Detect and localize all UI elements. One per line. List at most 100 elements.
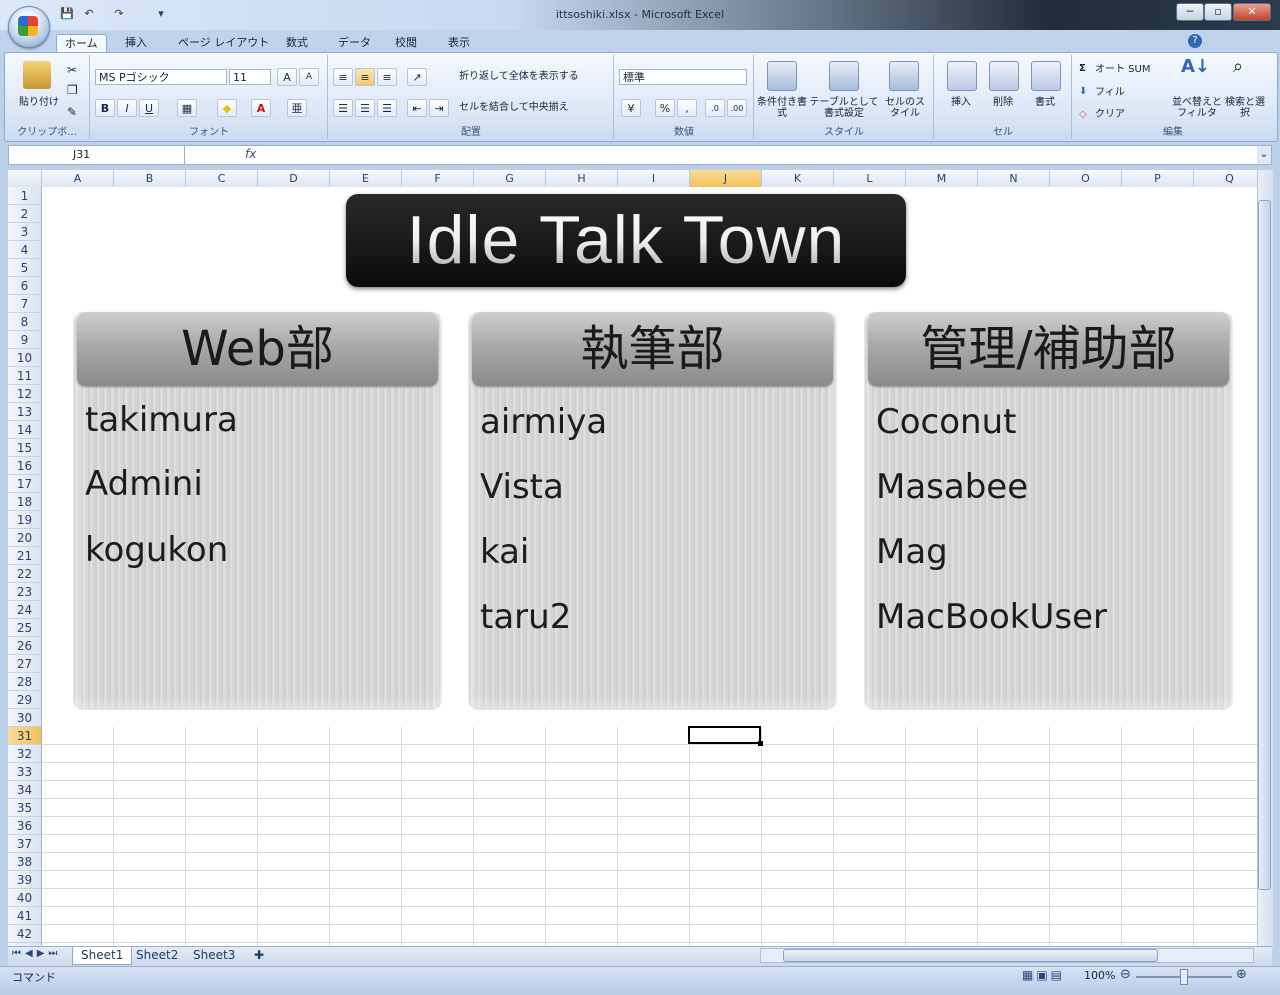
column-header[interactable]: P xyxy=(1122,170,1194,187)
vertical-scroll-thumb[interactable] xyxy=(1258,200,1271,890)
row-header[interactable]: 33 xyxy=(8,763,41,781)
align-top-icon[interactable]: ≡ xyxy=(333,68,353,86)
panel-web[interactable]: Web部 takimura Admini kogukon xyxy=(73,312,442,710)
sheet-tab-3[interactable]: Sheet3 xyxy=(185,947,243,964)
column-header[interactable]: A xyxy=(42,170,114,187)
row-header[interactable]: 35 xyxy=(8,799,41,817)
panel-writing[interactable]: 執筆部 airmiya Vista kai taru2 xyxy=(468,312,837,710)
row-header[interactable]: 18 xyxy=(8,493,41,511)
row-header[interactable]: 20 xyxy=(8,529,41,547)
fx-icon[interactable]: fx xyxy=(245,147,256,161)
title-banner[interactable]: Idle Talk Town xyxy=(346,194,906,287)
copy-icon[interactable]: ❐ xyxy=(67,84,78,96)
column-header[interactable]: I xyxy=(618,170,690,187)
panel-admin[interactable]: 管理/補助部 Coconut Masabee Mag MacBookUser xyxy=(864,312,1233,710)
help-icon[interactable]: ? xyxy=(1188,34,1202,48)
row-header[interactable]: 39 xyxy=(8,871,41,889)
column-header[interactable]: L xyxy=(834,170,906,187)
insert-sheet-icon[interactable]: ✚ xyxy=(246,947,272,964)
table-format-button[interactable]: テーブルとして書式設定 xyxy=(809,97,879,119)
column-header[interactable]: H xyxy=(546,170,618,187)
column-header[interactable]: J xyxy=(690,170,762,187)
row-header[interactable]: 25 xyxy=(8,619,41,637)
row-header[interactable]: 7 xyxy=(8,295,41,313)
delete-cells-icon[interactable] xyxy=(989,61,1019,91)
conditional-format-button[interactable]: 条件付き書式 xyxy=(757,97,807,119)
sheet-nav-icon[interactable]: ⏮◀▶⏭ xyxy=(12,948,61,959)
conditional-format-icon[interactable] xyxy=(767,61,797,91)
binoculars-icon[interactable]: ⌕ xyxy=(1233,58,1243,76)
row-header[interactable]: 10 xyxy=(8,349,41,367)
save-icon[interactable]: 💾 xyxy=(60,7,74,21)
column-header[interactable]: E xyxy=(330,170,402,187)
percent-button[interactable]: % xyxy=(655,99,675,117)
tab-data[interactable]: データ xyxy=(330,34,379,52)
clear-button[interactable]: クリア xyxy=(1095,109,1155,120)
phonetic-icon[interactable]: 亜 xyxy=(287,99,307,117)
row-header[interactable]: 29 xyxy=(8,691,41,709)
tab-review[interactable]: 校閲 xyxy=(387,34,425,52)
sheet-tab-1[interactable]: Sheet1 xyxy=(72,947,133,965)
sort-filter-icon[interactable]: A↓ xyxy=(1181,58,1210,76)
row-header[interactable]: 19 xyxy=(8,511,41,529)
italic-button[interactable]: I xyxy=(117,99,137,117)
cell-style-button[interactable]: セルのスタイル xyxy=(881,97,929,119)
row-header[interactable]: 14 xyxy=(8,421,41,439)
row-header[interactable]: 42 xyxy=(8,925,41,943)
tab-home[interactable]: ホーム xyxy=(56,34,107,53)
shrink-font-button[interactable]: A xyxy=(299,68,319,86)
sheet-tab-2[interactable]: Sheet2 xyxy=(128,947,186,964)
row-header[interactable]: 12 xyxy=(8,385,41,403)
comma-button[interactable]: , xyxy=(677,99,697,117)
customize-qat-icon[interactable]: ▾ xyxy=(154,7,168,21)
tab-insert[interactable]: 挿入 xyxy=(117,34,155,52)
tab-view[interactable]: 表示 xyxy=(440,34,478,52)
row-header[interactable]: 6 xyxy=(8,277,41,295)
align-center-icon[interactable]: ☰ xyxy=(355,99,375,117)
row-header[interactable]: 30 xyxy=(8,709,41,727)
maximize-button[interactable]: ▫ xyxy=(1204,3,1232,21)
fill-color-icon[interactable]: ◆ xyxy=(217,99,237,117)
horizontal-scroll-thumb[interactable] xyxy=(783,949,1158,962)
row-header[interactable]: 13 xyxy=(8,403,41,421)
grow-font-button[interactable]: A xyxy=(277,68,297,86)
align-middle-icon[interactable]: ≡ xyxy=(355,68,375,86)
cut-icon[interactable]: ✂ xyxy=(67,64,77,76)
row-header[interactable]: 17 xyxy=(8,475,41,493)
column-header[interactable]: N xyxy=(978,170,1050,187)
row-header[interactable]: 21 xyxy=(8,547,41,565)
select-all-corner[interactable] xyxy=(8,170,42,187)
align-bottom-icon[interactable]: ≡ xyxy=(377,68,397,86)
font-color-icon[interactable]: A xyxy=(251,99,271,117)
row-header[interactable]: 28 xyxy=(8,673,41,691)
autosum-button[interactable]: オート SUM xyxy=(1095,64,1175,75)
column-header[interactable]: C xyxy=(186,170,258,187)
name-box[interactable]: J31 xyxy=(9,146,185,164)
row-header[interactable]: 26 xyxy=(8,637,41,655)
row-header[interactable]: 5 xyxy=(8,259,41,277)
column-header[interactable]: M xyxy=(906,170,978,187)
table-format-icon[interactable] xyxy=(829,61,859,91)
row-header[interactable]: 16 xyxy=(8,457,41,475)
row-header[interactable]: 41 xyxy=(8,907,41,925)
decrease-decimal-icon[interactable]: .00 xyxy=(727,99,747,117)
font-name-select[interactable]: MS Pゴシック xyxy=(95,69,227,85)
bold-button[interactable]: B xyxy=(95,99,115,117)
border-icon[interactable]: ▦ xyxy=(177,99,197,117)
office-button[interactable] xyxy=(8,6,50,48)
currency-icon[interactable]: ¥ xyxy=(621,99,641,117)
expand-formula-icon[interactable]: ⌄ xyxy=(1257,146,1271,164)
row-header[interactable]: 27 xyxy=(8,655,41,673)
wrap-text-button[interactable]: 折り返して全体を表示する xyxy=(459,71,609,82)
row-header[interactable]: 38 xyxy=(8,853,41,871)
row-header[interactable]: 37 xyxy=(8,835,41,853)
row-header[interactable]: 36 xyxy=(8,817,41,835)
cell-style-icon[interactable] xyxy=(889,61,919,91)
column-header[interactable]: B xyxy=(114,170,186,187)
column-header[interactable]: G xyxy=(474,170,546,187)
increase-indent-icon[interactable]: ⇥ xyxy=(429,99,449,117)
row-header[interactable]: 8 xyxy=(8,313,41,331)
row-header[interactable]: 2 xyxy=(8,205,41,223)
insert-cells-icon[interactable] xyxy=(947,61,977,91)
merge-center-button[interactable]: セルを結合して中央揃え xyxy=(459,102,609,113)
